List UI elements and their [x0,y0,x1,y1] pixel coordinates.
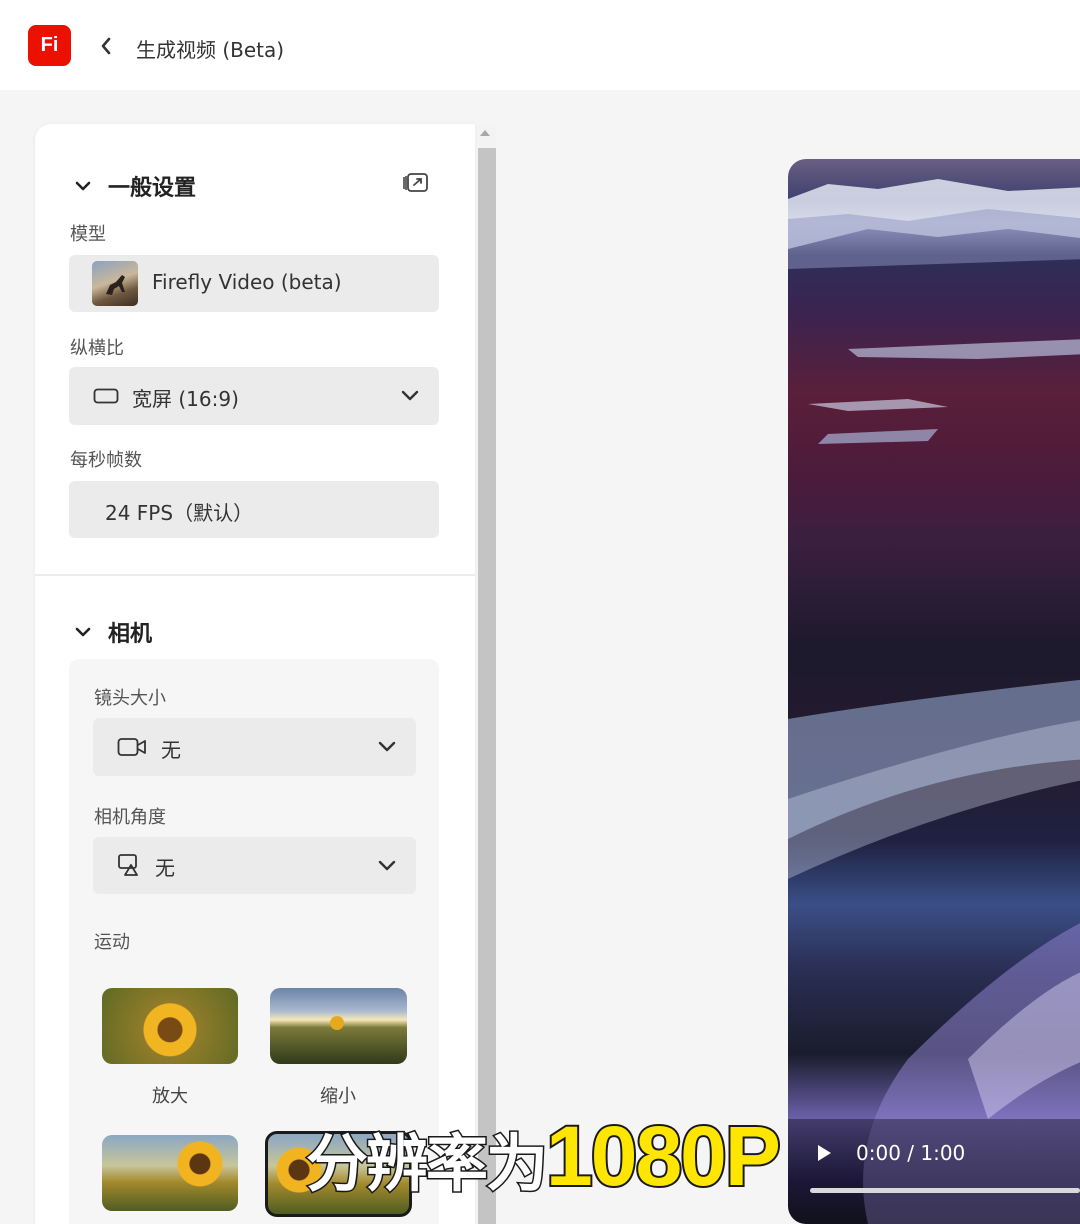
model-thumbnail [92,261,138,306]
camera-angle-icon [118,854,138,876]
motion-pan-thumbnail[interactable] [102,1135,238,1211]
video-progress-bar[interactable] [810,1188,1080,1193]
camera-angle-label: 相机角度 [94,807,166,828]
video-time: 0:00 / 1:00 [856,1141,966,1165]
fps-value: 24 FPS（默认） [105,501,254,525]
section-divider [35,574,475,576]
model-label: 模型 [70,224,106,245]
camera-angle-value: 无 [155,856,175,880]
shot-size-value: 无 [161,738,181,762]
general-settings-title: 一般设置 [108,176,197,201]
chevron-down-icon [378,860,396,870]
reset-settings-icon [403,173,428,192]
aspect-ratio-label: 纵横比 [70,338,124,359]
chevron-down-icon [75,627,91,637]
back-button[interactable] [94,32,118,60]
chevron-down-icon [75,181,91,191]
shot-size-select[interactable]: 无 [93,718,416,776]
chevron-left-icon [101,37,111,55]
video-preview[interactable] [788,159,1080,1224]
motion-label: 运动 [94,932,130,953]
chevron-down-icon [401,390,419,401]
motion-zoom-out-thumbnail[interactable] [270,988,407,1064]
scrollbar-thumb[interactable] [478,148,496,1224]
firefly-logo[interactable]: Fi [28,25,71,66]
video-camera-icon [117,738,146,756]
general-settings-header[interactable]: 一般设置 [74,170,196,202]
subtitle-text: 分辨率为 [304,1126,549,1202]
scroll-up-arrow[interactable] [480,130,490,136]
camera-header[interactable]: 相机 [74,616,152,648]
fps-select[interactable]: 24 FPS（默认） [69,481,439,538]
camera-title: 相机 [108,622,153,647]
motion-zoom-in-thumbnail[interactable] [102,988,238,1064]
aspect-ratio-value: 宽屏 (16:9) [132,387,239,411]
motion-zoom-in-label: 放大 [152,1086,188,1107]
play-icon [818,1145,831,1161]
camera-angle-select[interactable]: 无 [93,837,416,894]
shot-size-label: 镜头大小 [94,688,166,709]
subtitle-overlay: 分辨率为 1080P [304,1107,783,1208]
aspect-ratio-select[interactable]: 宽屏 (16:9) [69,367,439,425]
subtitle-highlight: 1080P [544,1107,783,1205]
fps-label: 每秒帧数 [70,450,142,471]
page-title: 生成视频 (Beta) [136,38,285,62]
sunflower-icon [330,1016,344,1030]
motion-zoom-out-label: 缩小 [320,1086,356,1107]
top-bar: Fi 生成视频 (Beta) [0,0,1080,90]
play-button[interactable] [816,1144,832,1166]
reset-settings-button[interactable] [402,171,430,199]
chevron-down-icon [378,741,396,752]
landscape-image [788,179,1080,1224]
widescreen-icon [93,388,119,404]
model-value: Firefly Video (beta) [152,270,342,294]
model-select[interactable]: Firefly Video (beta) [69,255,439,312]
